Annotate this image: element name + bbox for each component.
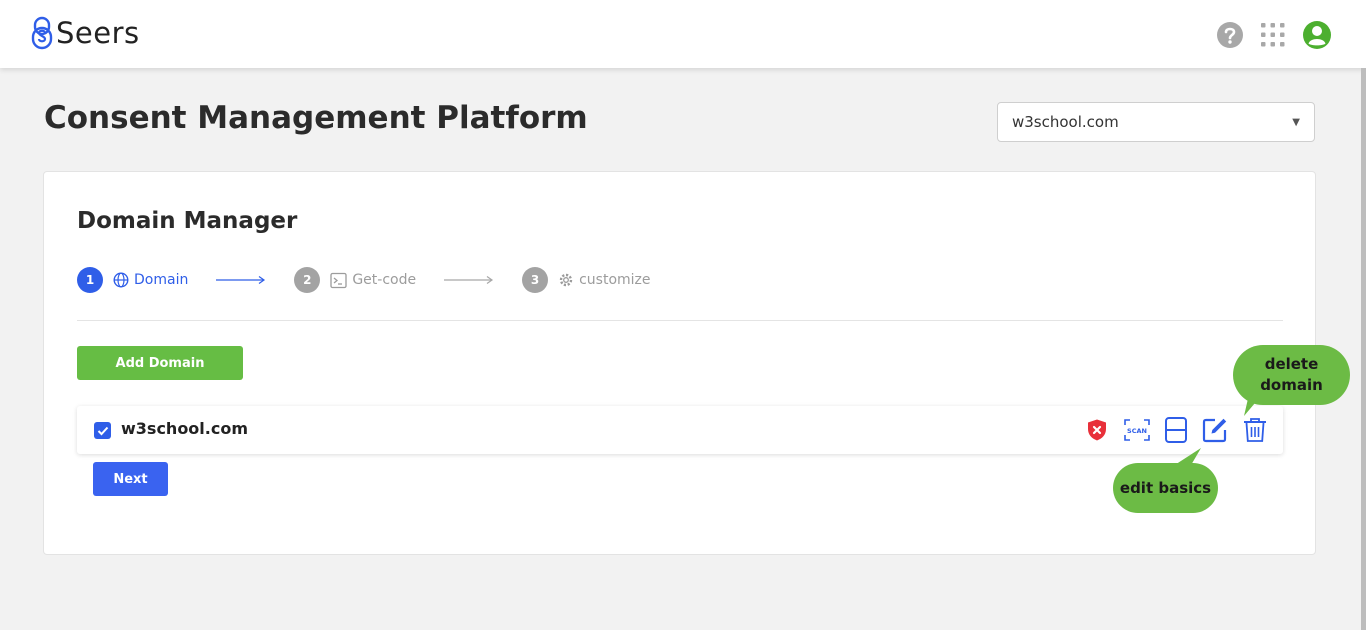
domain-row: w3school.com SCAN [77, 406, 1283, 454]
logo[interactable]: Seers [30, 14, 140, 52]
scan-icon[interactable]: SCAN [1124, 418, 1150, 442]
delete-domain-callout: delete domain [1233, 345, 1350, 405]
domain-checkbox[interactable] [94, 422, 111, 439]
edit-icon[interactable] [1202, 417, 1228, 443]
step-2-label-group[interactable]: Get-code [330, 272, 416, 289]
step-1-label-group[interactable]: Domain [113, 272, 188, 288]
scrollbar-edge[interactable] [1361, 68, 1366, 630]
step-3-label-group[interactable]: customize [558, 272, 651, 288]
edit-basics-callout: edit basics [1113, 463, 1218, 513]
arrow-right-icon [216, 276, 266, 284]
apps-grid-icon[interactable] [1260, 22, 1286, 48]
globe-icon [113, 272, 129, 288]
document-icon[interactable] [1165, 417, 1187, 443]
domain-select-value: w3school.com [1012, 113, 1119, 131]
header-icons [1216, 20, 1332, 50]
divider [77, 320, 1283, 321]
svg-text:SCAN: SCAN [1127, 427, 1147, 435]
top-bar: Seers [0, 0, 1366, 68]
step-3-label: customize [579, 272, 651, 288]
seers-logo-icon [31, 16, 53, 50]
step-2-label: Get-code [352, 272, 417, 288]
card-title: Domain Manager [77, 208, 298, 234]
domain-actions: SCAN [1085, 417, 1267, 443]
step-1-number[interactable]: 1 [77, 267, 103, 293]
step-3-number[interactable]: 3 [522, 267, 549, 293]
step-1-label: Domain [134, 272, 189, 288]
checkmark-icon [97, 426, 108, 435]
trash-icon[interactable] [1243, 417, 1267, 443]
add-domain-button[interactable]: Add Domain [77, 346, 243, 380]
terminal-icon [330, 272, 347, 288]
next-button[interactable]: Next [93, 462, 168, 496]
security-shield-icon[interactable] [1085, 418, 1109, 442]
arrow-right-icon [444, 276, 494, 284]
step-2-number[interactable]: 2 [294, 267, 321, 293]
user-account-icon[interactable] [1302, 20, 1332, 50]
stepper: 1 Domain 2 Get-code 3 customize [77, 267, 651, 293]
gear-icon [559, 273, 573, 287]
page-title: Consent Management Platform [44, 100, 588, 136]
logo-text: Seers [56, 16, 140, 50]
domain-name: w3school.com [121, 419, 249, 438]
help-icon[interactable] [1216, 21, 1244, 49]
caret-down-icon: ▼ [1292, 116, 1300, 128]
domain-select[interactable]: w3school.com ▼ [997, 102, 1315, 142]
